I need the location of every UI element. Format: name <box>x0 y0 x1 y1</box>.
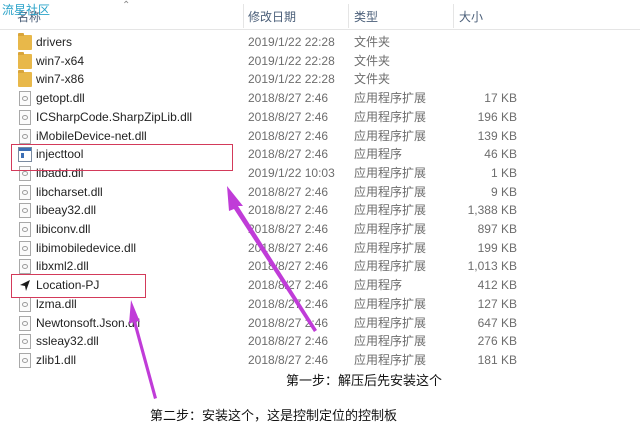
pointer-arrows <box>129 186 317 399</box>
annotation-step2: 第二步：安装这个，这是控制定位的控制板 <box>150 408 398 423</box>
pointer-arrow-step2 <box>129 300 157 399</box>
annotation-step1: 第一步：解压后先安装这个 <box>286 373 443 388</box>
pointer-arrow-step1 <box>227 186 317 332</box>
